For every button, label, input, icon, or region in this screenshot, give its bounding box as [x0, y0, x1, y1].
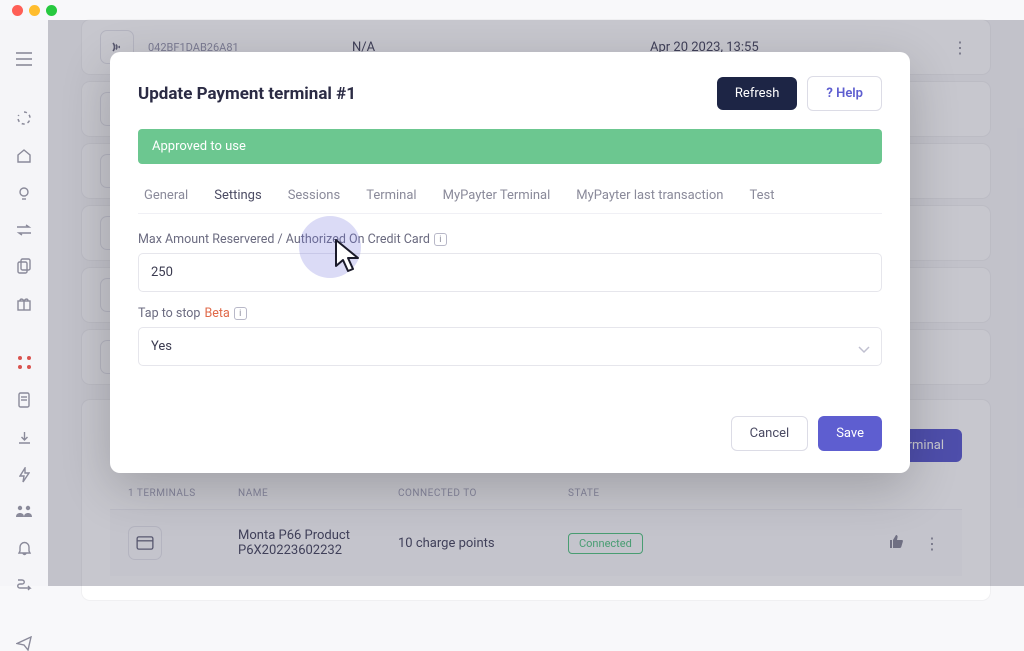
save-button[interactable]: Save	[818, 416, 882, 451]
max-amount-label: Max Amount Reservered / Authorized On Cr…	[138, 232, 882, 247]
status-banner: Approved to use	[138, 129, 882, 164]
users-icon[interactable]	[15, 505, 33, 518]
copy-icon[interactable]	[15, 258, 33, 274]
bell-icon[interactable]	[15, 540, 33, 556]
tap-to-stop-select[interactable]: Yes	[138, 327, 882, 366]
window-maximize[interactable]	[46, 5, 57, 16]
refresh-button[interactable]: Refresh	[717, 77, 797, 110]
tab-terminal[interactable]: Terminal	[364, 178, 418, 213]
cancel-button[interactable]: Cancel	[731, 416, 809, 451]
route-icon[interactable]	[15, 578, 33, 592]
loading-icon[interactable]	[15, 110, 33, 126]
update-terminal-modal: Update Payment terminal #1 Refresh ? Hel…	[110, 52, 910, 473]
tabs: General Settings Sessions Terminal MyPay…	[138, 178, 882, 214]
bulb-icon[interactable]	[15, 186, 33, 202]
info-icon[interactable]: i	[234, 307, 247, 320]
beta-badge: Beta	[204, 306, 229, 321]
help-button[interactable]: ? Help	[807, 76, 882, 111]
tab-mypayter-terminal[interactable]: MyPayter Terminal	[441, 178, 553, 213]
tab-test[interactable]: Test	[747, 178, 776, 213]
gift-icon[interactable]	[15, 296, 33, 311]
tab-general[interactable]: General	[142, 178, 190, 213]
home-icon[interactable]	[15, 148, 33, 164]
bolt-icon[interactable]	[15, 467, 33, 483]
window-minimize[interactable]	[29, 5, 40, 16]
tab-settings[interactable]: Settings	[212, 178, 263, 213]
grid-icon[interactable]	[15, 355, 33, 370]
window-close[interactable]	[12, 5, 23, 16]
info-icon[interactable]: i	[434, 233, 447, 246]
tab-mypayter-last-transaction[interactable]: MyPayter last transaction	[574, 178, 725, 213]
document-icon[interactable]	[15, 392, 33, 408]
tab-sessions[interactable]: Sessions	[286, 178, 343, 213]
max-amount-input[interactable]	[138, 253, 882, 292]
transfer-icon[interactable]	[15, 224, 33, 236]
help-label: Help	[836, 86, 863, 101]
modal-title: Update Payment terminal #1	[138, 84, 356, 104]
sidebar	[0, 20, 48, 586]
chevron-down-icon	[858, 339, 870, 358]
menu-icon[interactable]	[15, 52, 33, 66]
send-icon[interactable]	[15, 636, 33, 651]
tap-to-stop-label: Tap to stop Beta i	[138, 306, 882, 321]
download-icon[interactable]	[15, 430, 33, 445]
